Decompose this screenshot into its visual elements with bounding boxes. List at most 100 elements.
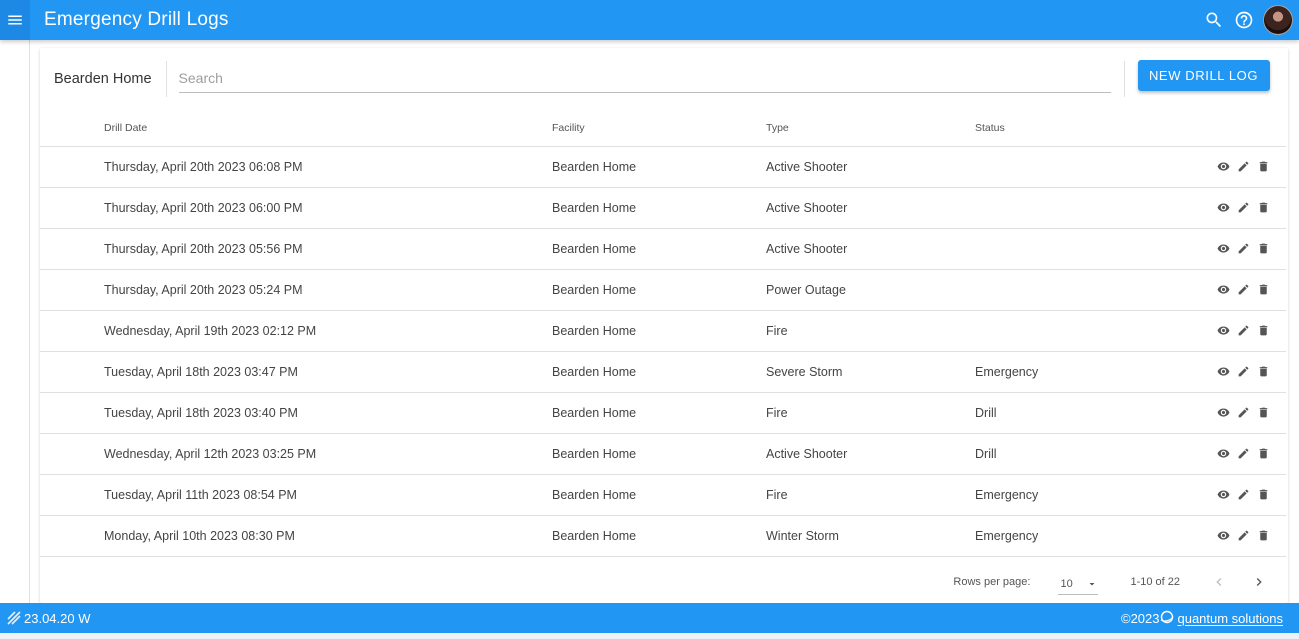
table-row[interactable]: Thursday, April 20th 2023 06:00 PM Bearde… [40,187,1286,229]
cell-status [975,146,1185,188]
table-row[interactable]: Thursday, April 20th 2023 06:08 PM Bearde… [40,146,1286,188]
delete-button[interactable] [1254,404,1272,422]
view-button[interactable] [1214,158,1232,176]
cell-status: Drill [975,392,1185,434]
table-row[interactable]: Tuesday, April 18th 2023 03:40 PM Bearden… [40,392,1286,434]
caret-down-icon [1089,582,1095,585]
new-drill-log-button[interactable]: NEW DRILL LOG [1137,59,1270,91]
view-button[interactable] [1214,445,1232,463]
edit-button[interactable] [1234,486,1252,504]
pencil-icon [1238,202,1248,213]
next-page-button[interactable] [1248,571,1270,593]
cell-actions [1185,146,1286,188]
view-button[interactable] [1214,281,1232,299]
edit-button[interactable] [1234,445,1252,463]
cell-facility: Bearden Home [552,187,766,229]
cell-type: Active Shooter [766,433,975,475]
trash-icon [1259,489,1267,500]
cell-actions [1185,474,1286,516]
delete-button[interactable] [1254,199,1272,217]
edit-button[interactable] [1234,363,1252,381]
cell-status [975,310,1185,352]
menu-button[interactable] [0,0,30,40]
drill-logs-card: Bearden Home NEW DRILL LOG Drill Date Fa… [40,48,1288,603]
bottom-strip [0,633,1299,639]
facility-name: Bearden Home [54,71,152,87]
delete-button[interactable] [1254,445,1272,463]
cell-type: Active Shooter [766,187,975,229]
column-header-actions [1185,110,1286,147]
edit-button[interactable] [1234,322,1252,340]
edit-button[interactable] [1234,240,1252,258]
trash-icon [1259,202,1267,213]
eye-icon [1217,203,1229,212]
trash-icon [1259,325,1267,336]
divider [1123,61,1125,97]
eye-icon [1217,285,1229,294]
pencil-icon [1238,366,1248,377]
view-button[interactable] [1214,322,1232,340]
view-button[interactable] [1214,527,1232,545]
brand-link[interactable]: quantum solutions [1177,611,1283,626]
cell-actions [1185,269,1286,311]
delete-button[interactable] [1254,486,1272,504]
drill-logs-table: Drill Date Facility Type Status Thursday… [40,110,1286,557]
table-row[interactable]: Wednesday, April 12th 2023 03:25 PM Beard… [40,433,1286,475]
rows-per-page-select[interactable]: 10 [1058,575,1099,595]
column-header-facility[interactable]: Facility [552,110,766,147]
pencil-icon [1238,530,1248,541]
cell-status: Emergency [975,474,1185,516]
eye-icon [1217,326,1229,335]
copyright-year: ©2023 [1120,610,1160,626]
table-row[interactable]: Thursday, April 20th 2023 05:56 PM Bearde… [40,228,1286,270]
footer-bar: 23.04.20 W ©2023 quantum solutions [0,603,1299,633]
edit-button[interactable] [1234,404,1252,422]
cell-facility: Bearden Home [552,515,766,557]
cell-drill-date: Wednesday, April 12th 2023 03:25 PM [40,433,552,475]
edit-button[interactable] [1234,199,1252,217]
edit-button[interactable] [1234,281,1252,299]
view-button[interactable] [1214,240,1232,258]
cell-actions [1185,310,1286,352]
view-button[interactable] [1214,486,1232,504]
view-button[interactable] [1214,404,1232,422]
search-input[interactable] [178,69,1111,86]
help-button[interactable] [1233,9,1255,31]
delete-button[interactable] [1254,281,1272,299]
edit-button[interactable] [1234,158,1252,176]
delete-button[interactable] [1254,527,1272,545]
table-row[interactable]: Monday, April 10th 2023 08:30 PM Bearden … [40,515,1286,557]
column-header-status[interactable]: Status [975,110,1185,147]
table-row[interactable]: Thursday, April 20th 2023 05:24 PM Bearde… [40,269,1286,311]
delete-button[interactable] [1254,322,1272,340]
table-row[interactable]: Tuesday, April 18th 2023 03:47 PM Bearden… [40,351,1286,393]
cell-drill-date: Monday, April 10th 2023 08:30 PM [40,515,552,557]
brand-logo-icon [1159,609,1175,628]
eye-icon [1217,490,1229,499]
delete-button[interactable] [1254,158,1272,176]
cell-facility: Bearden Home [552,433,766,475]
cell-type: Fire [766,310,975,352]
delete-button[interactable] [1254,363,1272,381]
cell-drill-date: Thursday, April 20th 2023 06:00 PM [40,187,552,229]
cell-facility: Bearden Home [552,351,766,393]
previous-page-button[interactable] [1208,571,1230,593]
cell-facility: Bearden Home [552,146,766,188]
column-header-type[interactable]: Type [766,110,975,147]
cell-drill-date: Thursday, April 20th 2023 06:08 PM [40,146,552,188]
avatar[interactable] [1263,5,1293,35]
delete-button[interactable] [1254,240,1272,258]
cell-type: Active Shooter [766,228,975,270]
cell-drill-date: Tuesday, April 11th 2023 08:54 PM [40,474,552,516]
cell-facility: Bearden Home [552,392,766,434]
table-row[interactable]: Tuesday, April 11th 2023 08:54 PM Bearden… [40,474,1286,516]
search-button[interactable] [1203,9,1225,31]
cell-drill-date: Thursday, April 20th 2023 05:24 PM [40,269,552,311]
table-row[interactable]: Wednesday, April 19th 2023 02:12 PM Beard… [40,310,1286,352]
view-button[interactable] [1214,363,1232,381]
view-button[interactable] [1214,199,1232,217]
trash-icon [1259,448,1267,459]
chevron-right-icon [1256,577,1262,586]
edit-button[interactable] [1234,527,1252,545]
column-header-drill-date[interactable]: Drill Date [40,110,552,147]
